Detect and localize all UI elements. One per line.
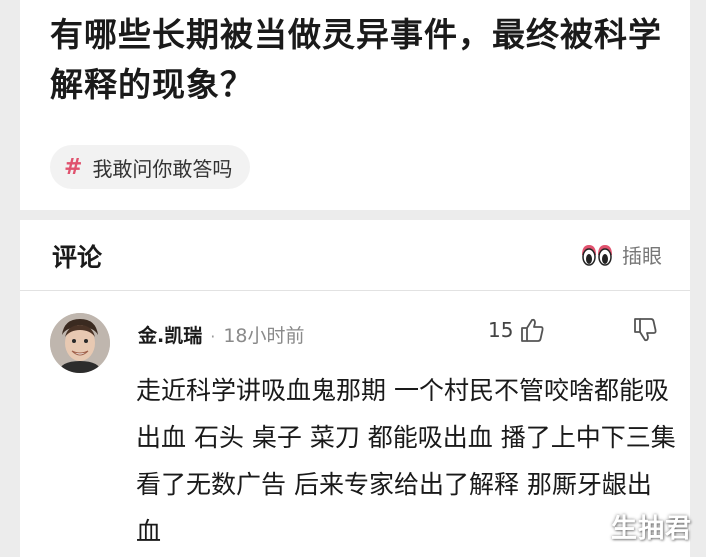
comment-meta: 金.凯瑞 · 18小时前 [138,321,305,348]
dislike-button[interactable] [632,317,658,347]
question-card: 有哪些长期被当做灵异事件，最终被科学解释的现象？ # 我敢问你敢答吗 [20,0,690,210]
comments-title: 评论 [52,243,103,272]
comments-header: 评论 插眼 [20,220,690,290]
like-count: 15 [488,318,514,342]
thumbs-down-icon [634,318,657,342]
username[interactable]: 金.凯瑞 [138,321,202,348]
peek-label: 插眼 [622,244,662,268]
avatar[interactable] [50,313,110,373]
topic-label: 我敢问你敢答吗 [92,156,233,181]
comments-card: 评论 插眼 金.凯瑞 · 18小时前 15 走近科学讲吸血鬼那期 一个村民不管咬… [20,220,690,557]
watermark: 生抽君 [610,514,692,544]
meta-separator: · [210,327,216,346]
peek-button[interactable]: 插眼 [580,240,662,269]
comment-text: 走近科学讲吸血鬼那期 一个村民不管咬啥都能吸出血 石头 桌子 菜刀 都能吸出血 … [136,376,676,546]
eyes-icon [582,244,612,266]
hashtag-icon: # [64,154,83,180]
like-button[interactable]: 15 [488,317,545,343]
question-title[interactable]: 有哪些长期被当做灵异事件，最终被科学解释的现象？ [50,10,690,110]
avatar-image [50,313,110,373]
topic-chip[interactable]: # 我敢问你敢答吗 [50,145,251,189]
comment-item: 金.凯瑞 · 18小时前 15 走近科学讲吸血鬼那期 一个村民不管咬啥都能吸出血… [20,291,690,557]
thumbs-up-icon [521,318,544,342]
timestamp: 18小时前 [223,325,305,347]
